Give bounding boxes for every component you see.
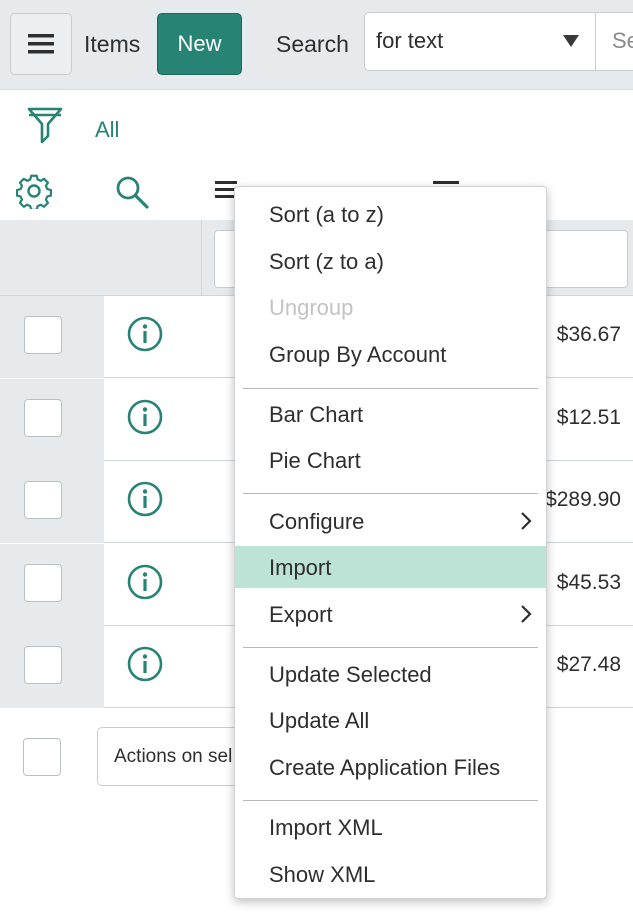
chevron-right-icon bbox=[521, 605, 532, 623]
chevron-right-icon bbox=[521, 512, 532, 530]
menu-item-create-app-files[interactable]: Create Application Files bbox=[235, 746, 546, 788]
menu-separator bbox=[243, 388, 538, 389]
menu-item-label: Show XML bbox=[269, 862, 376, 887]
menu-item-label: Ungroup bbox=[269, 295, 354, 320]
row-checkbox[interactable] bbox=[24, 399, 62, 437]
row-checkbox[interactable] bbox=[24, 564, 62, 602]
info-icon[interactable] bbox=[127, 646, 163, 682]
hamburger-icon bbox=[28, 34, 54, 54]
menu-item-label: Update All bbox=[269, 708, 370, 733]
row-checkbox[interactable] bbox=[24, 316, 62, 354]
info-icon[interactable] bbox=[127, 399, 163, 435]
menu-item-import[interactable]: Import bbox=[235, 546, 546, 588]
menu-item-update-all[interactable]: Update All bbox=[235, 699, 546, 741]
menu-item-label: Import bbox=[269, 555, 332, 580]
search-placeholder: Se bbox=[612, 28, 633, 53]
caret-down-icon bbox=[563, 35, 579, 47]
menu-item-label: Export bbox=[269, 602, 333, 627]
menu-item-label: Import XML bbox=[269, 815, 383, 840]
filter-breadcrumb-all[interactable]: All bbox=[95, 117, 119, 143]
menu-item-sort-za[interactable]: Sort (z to a) bbox=[235, 240, 546, 282]
column-divider bbox=[201, 220, 202, 296]
row-select-cell bbox=[0, 626, 104, 708]
search-input[interactable]: Se bbox=[595, 12, 633, 71]
menu-separator bbox=[243, 493, 538, 494]
info-icon[interactable] bbox=[127, 481, 163, 517]
menu-item-ungroup: Ungroup bbox=[235, 286, 546, 328]
menu-button[interactable] bbox=[10, 13, 72, 75]
column-context-menu: Sort (a to z) Sort (z to a) Ungroup Grou… bbox=[234, 186, 547, 899]
menu-item-label: Sort (z to a) bbox=[269, 249, 384, 274]
row-amount: $45.53 bbox=[556, 571, 621, 594]
menu-item-group-by[interactable]: Group By Account bbox=[235, 333, 546, 375]
menu-item-label: Pie Chart bbox=[269, 448, 361, 473]
search-field-select[interactable]: for text bbox=[364, 12, 596, 71]
list-header: Items New Search for text Se bbox=[0, 0, 633, 90]
search-label: Search bbox=[276, 31, 349, 57]
menu-item-label: Bar Chart bbox=[269, 402, 364, 427]
new-button[interactable]: New bbox=[157, 13, 242, 75]
row-select-cell bbox=[0, 544, 104, 626]
row-select-cell bbox=[0, 379, 104, 461]
actions-select-label: Actions on sel bbox=[114, 746, 233, 767]
info-icon[interactable] bbox=[127, 316, 163, 352]
menu-item-configure[interactable]: Configure bbox=[235, 500, 546, 542]
menu-separator bbox=[243, 647, 538, 648]
column-search-input[interactable] bbox=[540, 230, 628, 288]
menu-item-label: Sort (a to z) bbox=[269, 202, 384, 227]
menu-item-sort-az[interactable]: Sort (a to z) bbox=[235, 193, 546, 235]
info-icon[interactable] bbox=[127, 564, 163, 600]
menu-item-update-selected[interactable]: Update Selected bbox=[235, 653, 546, 695]
row-select-cell bbox=[0, 296, 104, 378]
menu-item-pie-chart[interactable]: Pie Chart bbox=[235, 439, 546, 481]
menu-item-label: Create Application Files bbox=[269, 755, 501, 780]
row-amount: $36.67 bbox=[556, 323, 621, 346]
menu-item-bar-chart[interactable]: Bar Chart bbox=[235, 393, 546, 435]
search-icon[interactable] bbox=[114, 174, 150, 210]
funnel-icon[interactable] bbox=[26, 106, 64, 146]
row-amount: $27.48 bbox=[556, 653, 621, 676]
menu-item-label: Group By Account bbox=[269, 342, 447, 367]
menu-separator bbox=[243, 800, 538, 801]
menu-item-show-xml[interactable]: Show XML bbox=[235, 853, 546, 895]
row-amount: $289.90 bbox=[545, 488, 621, 511]
search-field-value: for text bbox=[376, 28, 444, 53]
menu-item-label: Configure bbox=[269, 509, 365, 534]
select-all-checkbox[interactable] bbox=[23, 738, 61, 776]
gear-icon[interactable] bbox=[16, 173, 52, 209]
menu-item-import-xml[interactable]: Import XML bbox=[235, 806, 546, 848]
row-select-cell bbox=[0, 461, 104, 543]
row-amount: $12.51 bbox=[556, 406, 621, 429]
row-checkbox[interactable] bbox=[24, 646, 62, 684]
page-title: Items bbox=[84, 31, 141, 57]
menu-item-label: Update Selected bbox=[269, 662, 432, 687]
menu-item-export[interactable]: Export bbox=[235, 593, 546, 635]
row-checkbox[interactable] bbox=[24, 481, 62, 519]
